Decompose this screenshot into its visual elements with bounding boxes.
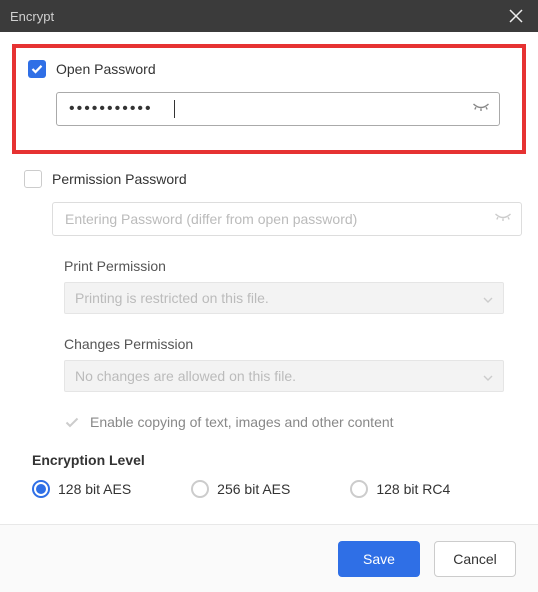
radio-button <box>350 480 368 498</box>
open-password-input-wrapper <box>56 92 500 126</box>
chevron-down-icon <box>483 368 493 384</box>
open-password-label: Open Password <box>56 61 156 77</box>
print-permission-dropdown: Printing is restricted on this file. <box>64 282 504 314</box>
print-permission-label: Print Permission <box>64 258 526 274</box>
radio-label: 128 bit AES <box>58 481 131 497</box>
encryption-level-group: 128 bit AES 256 bit AES 128 bit RC4 <box>32 480 526 498</box>
close-icon <box>509 9 523 23</box>
enable-copy-label: Enable copying of text, images and other… <box>90 414 394 430</box>
radio-button <box>191 480 209 498</box>
changes-permission-dropdown: No changes are allowed on this file. <box>64 360 504 392</box>
save-button[interactable]: Save <box>338 541 420 577</box>
radio-128-rc4[interactable]: 128 bit RC4 <box>350 480 450 498</box>
eye-closed-icon <box>472 101 490 113</box>
changes-permission-label: Changes Permission <box>64 336 526 352</box>
reveal-password-button[interactable] <box>472 100 490 118</box>
chevron-down-icon <box>483 290 493 306</box>
radio-label: 128 bit RC4 <box>376 481 450 497</box>
encryption-level-label: Encryption Level <box>32 452 526 468</box>
enable-copy-row: Enable copying of text, images and other… <box>64 414 526 430</box>
changes-permission-value: No changes are allowed on this file. <box>75 368 296 384</box>
dialog-content: Open Password Permission Password <box>0 32 538 510</box>
permission-password-section: Permission Password Print Permission Pri… <box>24 170 526 430</box>
eye-closed-icon <box>494 211 512 223</box>
permission-password-input <box>52 202 522 236</box>
window-title: Encrypt <box>10 9 504 24</box>
print-permission-value: Printing is restricted on this file. <box>75 290 269 306</box>
title-bar: Encrypt <box>0 0 538 32</box>
radio-label: 256 bit AES <box>217 481 290 497</box>
dialog-footer: Save Cancel <box>0 524 538 592</box>
cancel-button[interactable]: Cancel <box>434 541 516 577</box>
radio-128-aes[interactable]: 128 bit AES <box>32 480 131 498</box>
open-password-row: Open Password <box>28 60 504 78</box>
reveal-permission-password-button <box>494 210 512 228</box>
open-password-highlight: Open Password <box>12 44 526 154</box>
permission-password-label: Permission Password <box>52 171 187 187</box>
permission-password-checkbox[interactable] <box>24 170 42 188</box>
open-password-checkbox[interactable] <box>28 60 46 78</box>
enable-copy-checkbox <box>64 414 80 430</box>
radio-256-aes[interactable]: 256 bit AES <box>191 480 290 498</box>
permission-password-input-wrapper <box>52 202 522 236</box>
text-cursor <box>174 100 175 118</box>
checkmark-icon <box>65 417 79 428</box>
close-button[interactable] <box>504 4 528 28</box>
radio-button <box>32 480 50 498</box>
open-password-input[interactable] <box>56 92 500 126</box>
permission-password-row: Permission Password <box>24 170 526 188</box>
checkmark-icon <box>31 64 43 74</box>
